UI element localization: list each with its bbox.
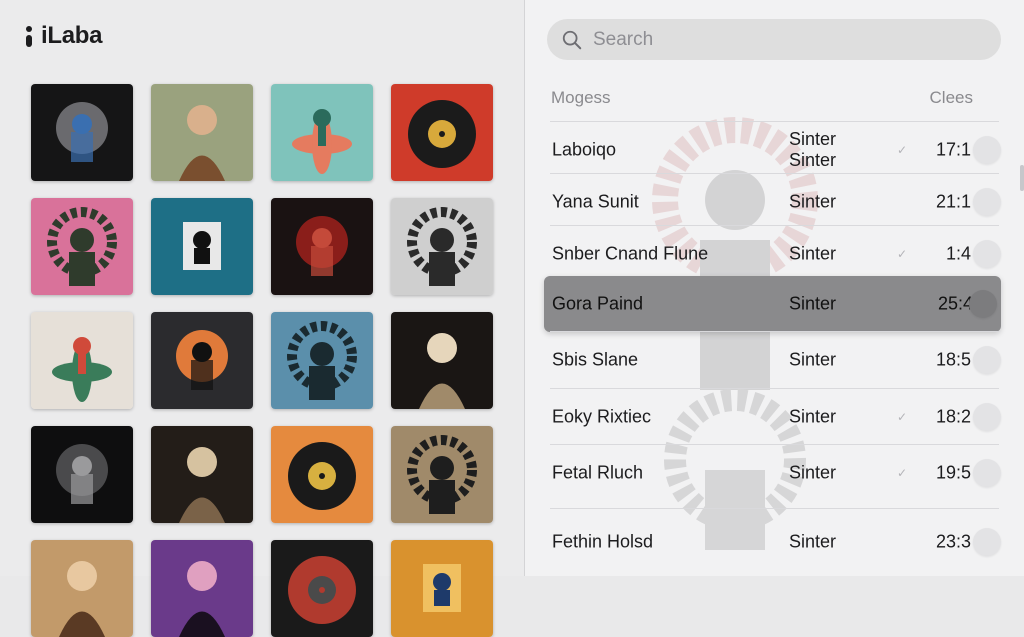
album-artwork xyxy=(271,198,373,295)
album-artwork xyxy=(31,198,133,295)
row-action-button[interactable] xyxy=(969,290,997,318)
album-tile[interactable] xyxy=(151,312,253,409)
track-duration: 25:4 xyxy=(937,293,973,314)
track-duration: 19:5 xyxy=(935,462,971,483)
album-tile[interactable] xyxy=(151,426,253,523)
track-row[interactable]: Fethin Holsd Sinter 23:3 xyxy=(550,508,1001,575)
track-title: Fetal Rluch xyxy=(552,462,644,483)
album-artwork xyxy=(271,540,373,637)
track-row[interactable]: Sbis Slane Sinter 18:5 xyxy=(550,331,1001,388)
track-artist: Sinter xyxy=(789,406,837,427)
track-title: Sbis Slane xyxy=(552,349,639,370)
track-row[interactable]: Snber Cnand Flune Sinter ✓ 1:4 xyxy=(550,225,1001,282)
album-artwork xyxy=(151,540,253,637)
row-action-button[interactable] xyxy=(973,346,1001,374)
track-row[interactable]: Fetal Rluch Sinter ✓ 19:5 xyxy=(550,444,1001,501)
app-logo-icon xyxy=(26,25,32,47)
row-action-button[interactable] xyxy=(973,188,1001,216)
checkmark-icon: ✓ xyxy=(897,410,908,424)
album-artwork xyxy=(271,312,373,409)
track-title: Laboiqo xyxy=(552,139,617,160)
search-bar[interactable] xyxy=(547,19,1001,60)
album-grid xyxy=(31,84,493,637)
album-artwork xyxy=(31,312,133,409)
album-tile[interactable] xyxy=(31,540,133,637)
track-title: Fethin Holsd xyxy=(552,531,654,552)
track-row[interactable]: Eoky Rixtiec Sinter ✓ 18:2 xyxy=(550,388,1001,445)
album-artwork xyxy=(391,198,493,295)
row-action-button[interactable] xyxy=(973,459,1001,487)
album-artwork xyxy=(31,540,133,637)
album-tile[interactable] xyxy=(151,540,253,637)
column-header-name[interactable]: Mogess xyxy=(551,88,611,108)
row-action-button[interactable] xyxy=(973,240,1001,268)
album-artwork xyxy=(151,198,253,295)
album-tile[interactable] xyxy=(151,84,253,181)
album-tile[interactable] xyxy=(391,312,493,409)
checkmark-icon: ✓ xyxy=(897,247,908,261)
album-tile[interactable] xyxy=(271,540,373,637)
row-action-button[interactable] xyxy=(973,403,1001,431)
track-duration: 18:5 xyxy=(935,349,971,370)
checkmark-icon: ✓ xyxy=(897,466,908,480)
album-artwork xyxy=(31,426,133,523)
album-artwork xyxy=(391,312,493,409)
album-tile[interactable] xyxy=(31,426,133,523)
track-duration: 18:2 xyxy=(935,406,971,427)
album-tile[interactable] xyxy=(271,426,373,523)
search-icon xyxy=(562,30,582,49)
brand: iLaba xyxy=(26,22,102,50)
album-tile[interactable] xyxy=(391,84,493,181)
checkmark-icon: ✓ xyxy=(897,143,908,157)
track-artist: Sinter xyxy=(789,531,837,552)
track-artist: Sinter xyxy=(789,243,837,264)
track-title: Eoky Rixtiec xyxy=(552,406,652,427)
album-artwork xyxy=(31,84,133,181)
track-row[interactable]: Laboiqo Sinter Sinter ✓ 17:1 xyxy=(550,121,1001,178)
track-duration: 23:3 xyxy=(935,531,971,552)
track-artist: Sinter xyxy=(789,191,837,212)
library-pane: iLaba xyxy=(0,0,524,637)
row-action-button[interactable] xyxy=(973,528,1001,556)
album-tile[interactable] xyxy=(31,312,133,409)
track-duration: 21:1 xyxy=(935,191,971,212)
track-title: Yana Sunit xyxy=(552,191,639,212)
app-window: iLaba Mogess Clees Laboiqo Sinter Sinter ✓… xyxy=(0,0,1024,637)
track-row-selected[interactable]: Gora Paind Sinter 25:4 xyxy=(544,276,1001,332)
album-artwork xyxy=(271,426,373,523)
album-tile[interactable] xyxy=(271,198,373,295)
track-artist: Sinter xyxy=(789,462,837,483)
album-artwork xyxy=(151,312,253,409)
album-tile[interactable] xyxy=(391,426,493,523)
search-input[interactable] xyxy=(591,27,975,52)
album-artwork xyxy=(151,84,253,181)
album-tile[interactable] xyxy=(271,84,373,181)
album-tile[interactable] xyxy=(391,540,493,637)
album-artwork xyxy=(391,540,493,637)
track-duration: 17:1 xyxy=(935,139,971,160)
album-tile[interactable] xyxy=(31,198,133,295)
album-tile[interactable] xyxy=(391,198,493,295)
album-tile[interactable] xyxy=(151,198,253,295)
track-row[interactable]: Yana Sunit Sinter 21:1 xyxy=(550,173,1001,230)
track-title: Snber Cnand Flune xyxy=(552,243,709,264)
album-artwork xyxy=(391,84,493,181)
app-name: iLaba xyxy=(41,22,103,49)
track-artist: Sinter xyxy=(789,293,837,314)
track-artist: Sinter xyxy=(789,349,837,370)
album-tile[interactable] xyxy=(271,312,373,409)
album-tile[interactable] xyxy=(31,84,133,181)
column-header-duration[interactable]: Clees xyxy=(930,88,973,108)
track-title: Gora Paind xyxy=(552,293,644,314)
album-artwork xyxy=(151,426,253,523)
album-artwork xyxy=(271,84,373,181)
row-action-button[interactable] xyxy=(973,136,1001,164)
track-artist: Sinter Sinter xyxy=(789,129,837,170)
scrollbar-thumb[interactable] xyxy=(1020,165,1024,191)
track-list-pane: Mogess Clees Laboiqo Sinter Sinter ✓ 17:1 Ya… xyxy=(525,0,1024,576)
album-artwork xyxy=(391,426,493,523)
track-duration: 1:4 xyxy=(945,243,971,264)
